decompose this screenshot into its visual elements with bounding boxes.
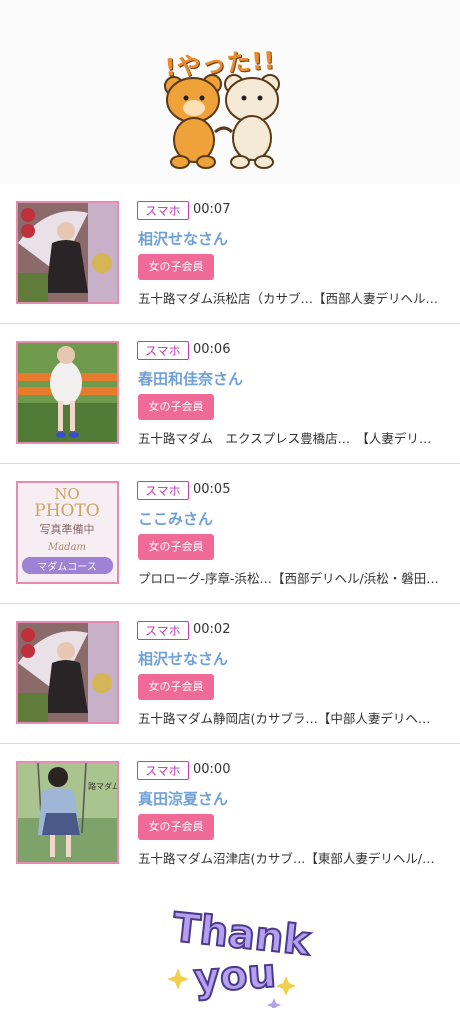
shop-name[interactable]: プロローグ-序章-浜松…【西部デリヘル/浜松・磐田… [138, 568, 439, 587]
member-type-badge: 女の子会員 [138, 674, 214, 700]
member-name-link[interactable]: ここみさん [138, 508, 213, 529]
sparkle-icon [267, 998, 281, 1012]
svg-text:PHOTO: PHOTO [34, 501, 99, 521]
device-badge: スマホ [137, 341, 189, 360]
svg-text:Madam: Madam [47, 542, 86, 553]
sparkle-icon [167, 968, 189, 990]
top-banner: !やった!! [0, 0, 460, 190]
member-type-badge: 女の子会員 [138, 394, 214, 420]
profile-thumbnail[interactable] [16, 201, 119, 304]
device-badge: スマホ [137, 201, 189, 220]
access-time: 00:05 [193, 482, 231, 497]
profile-thumbnail[interactable]: 路マダム [16, 761, 119, 864]
profile-thumbnail[interactable] [16, 341, 119, 444]
list-item[interactable]: スマホ 00:06 春田和佳奈さん女の子会員五十路マダム エクスプレス豊橋店… 【人… [0, 324, 460, 464]
member-type-badge: 女の子会員 [138, 254, 214, 280]
thank-you-line2: you [192, 950, 277, 1002]
member-name-link[interactable]: 真田涼夏さん [138, 788, 228, 809]
access-time: 00:07 [193, 202, 231, 217]
shop-name[interactable]: 五十路マダム静岡店(カサブラ…【中部人妻デリヘ… [138, 708, 430, 727]
device-badge: スマホ [137, 621, 189, 640]
list-item[interactable]: スマホ 00:07 相沢せなさん女の子会員五十路マダム浜松店（カサブ…【西部人妻デリ… [0, 184, 460, 324]
member-name-link[interactable]: 春田和佳奈さん [138, 368, 243, 389]
profile-thumbnail[interactable]: NO PHOTO 写真準備中 Madam マダムコース [16, 481, 119, 584]
svg-text:写真準備中: 写真準備中 [40, 522, 95, 536]
member-type-badge: 女の子会員 [138, 534, 214, 560]
shop-name[interactable]: 五十路マダム エクスプレス豊橋店… 【人妻デリ… [138, 428, 431, 447]
shop-name[interactable]: 五十路マダム沼津店(カサブ…【東部人妻デリヘル/… [138, 848, 435, 867]
access-time: 00:02 [193, 622, 231, 637]
svg-text:マダムコース: マダムコース [37, 560, 97, 573]
access-time: 00:06 [193, 342, 231, 357]
device-badge: スマホ [137, 761, 189, 780]
list-item[interactable]: スマホ 00:02 相沢せなさん女の子会員五十路マダム静岡店(カサブラ…【中部人妻デ… [0, 604, 460, 744]
member-name-link[interactable]: 相沢せなさん [138, 228, 228, 249]
bears-illustration [160, 40, 290, 170]
svg-text:路マダム: 路マダム [88, 781, 117, 791]
access-time: 00:00 [193, 762, 231, 777]
device-badge: スマホ [137, 481, 189, 500]
shop-name[interactable]: 五十路マダム浜松店（カサブ…【西部人妻デリヘル… [138, 288, 438, 307]
list-item[interactable]: NO PHOTO 写真準備中 Madam マダムコース スマホ 00:05 ここみさん 女の子会… [0, 464, 460, 604]
member-name-link[interactable]: 相沢せなさん [138, 648, 228, 669]
thank-you-illustration: Thank you [164, 898, 315, 1012]
sparkle-icon [276, 976, 296, 996]
access-list: スマホ 00:07 相沢せなさん 女の子会員 五十路マダム浜松店（カサブ…【西部人妻デリ… [0, 184, 460, 884]
list-item[interactable]: 路マダム スマホ 00:00 真田涼夏さん女の子会員五十路マダム沼津店(カサブ…【東部… [0, 744, 460, 884]
profile-thumbnail[interactable] [16, 621, 119, 724]
member-type-badge: 女の子会員 [138, 814, 214, 840]
